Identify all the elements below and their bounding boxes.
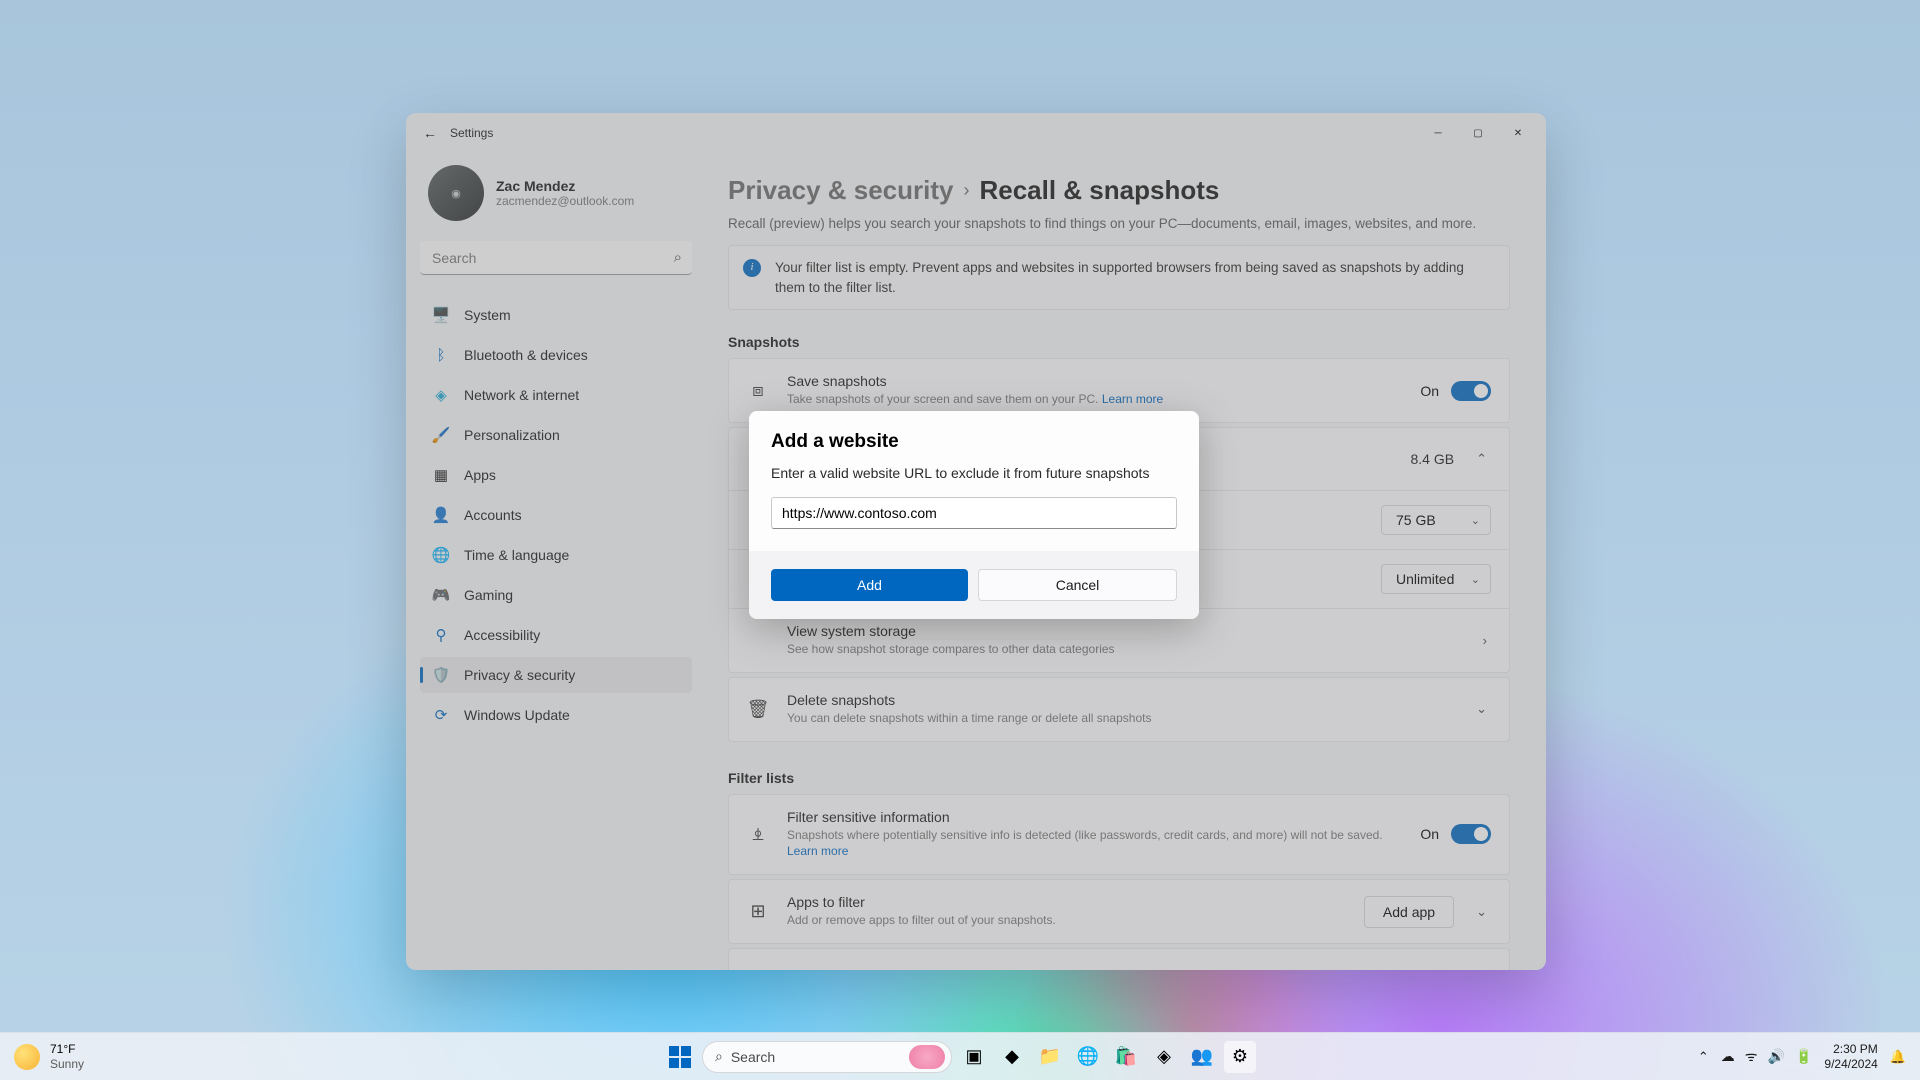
search-decoration [909, 1045, 945, 1069]
system-tray: ⌃ ☁ ᯤ 🔊 🔋 2:30 PM 9/24/2024 🔔 [1698, 1042, 1906, 1072]
cancel-button[interactable]: Cancel [978, 569, 1177, 601]
website-url-input[interactable] [771, 497, 1177, 529]
network-icon[interactable]: ᯤ [1745, 1047, 1758, 1066]
task-view-button[interactable]: ▣ [958, 1041, 990, 1073]
battery-icon[interactable]: 🔋 [1795, 1048, 1812, 1065]
notifications-button[interactable]: 🔔 [1890, 1049, 1906, 1065]
clock[interactable]: 2:30 PM 9/24/2024 [1824, 1042, 1877, 1072]
start-button[interactable] [664, 1041, 696, 1073]
onedrive-icon[interactable]: ☁ [1721, 1048, 1735, 1065]
taskbar-search[interactable]: ⌕ Search [702, 1041, 952, 1073]
add-website-dialog: Add a website Enter a valid website URL … [749, 411, 1199, 619]
settings-button[interactable]: ⚙ [1224, 1041, 1256, 1073]
volume-icon[interactable]: 🔊 [1768, 1048, 1785, 1065]
edge-button[interactable]: 🌐 [1072, 1041, 1104, 1073]
copilot-button[interactable]: ◆ [996, 1041, 1028, 1073]
app-button[interactable]: ◈ [1148, 1041, 1180, 1073]
search-icon: ⌕ [715, 1048, 723, 1065]
weather-widget[interactable]: 71°F Sunny [14, 1042, 84, 1071]
teams-button[interactable]: 👥 [1186, 1041, 1218, 1073]
store-button[interactable]: 🛍️ [1110, 1041, 1142, 1073]
add-button[interactable]: Add [771, 569, 968, 601]
taskbar: 71°F Sunny ⌕ Search ▣ ◆ 📁 🌐 🛍️ ◈ 👥 ⚙ ⌃ ☁… [0, 1032, 1920, 1080]
dialog-text: Enter a valid website URL to exclude it … [771, 465, 1177, 481]
tray-chevron[interactable]: ⌃ [1698, 1049, 1709, 1065]
explorer-button[interactable]: 📁 [1034, 1041, 1066, 1073]
sun-icon [14, 1044, 40, 1070]
dialog-title: Add a website [771, 431, 1177, 453]
taskbar-center: ⌕ Search ▣ ◆ 📁 🌐 🛍️ ◈ 👥 ⚙ [664, 1041, 1256, 1073]
